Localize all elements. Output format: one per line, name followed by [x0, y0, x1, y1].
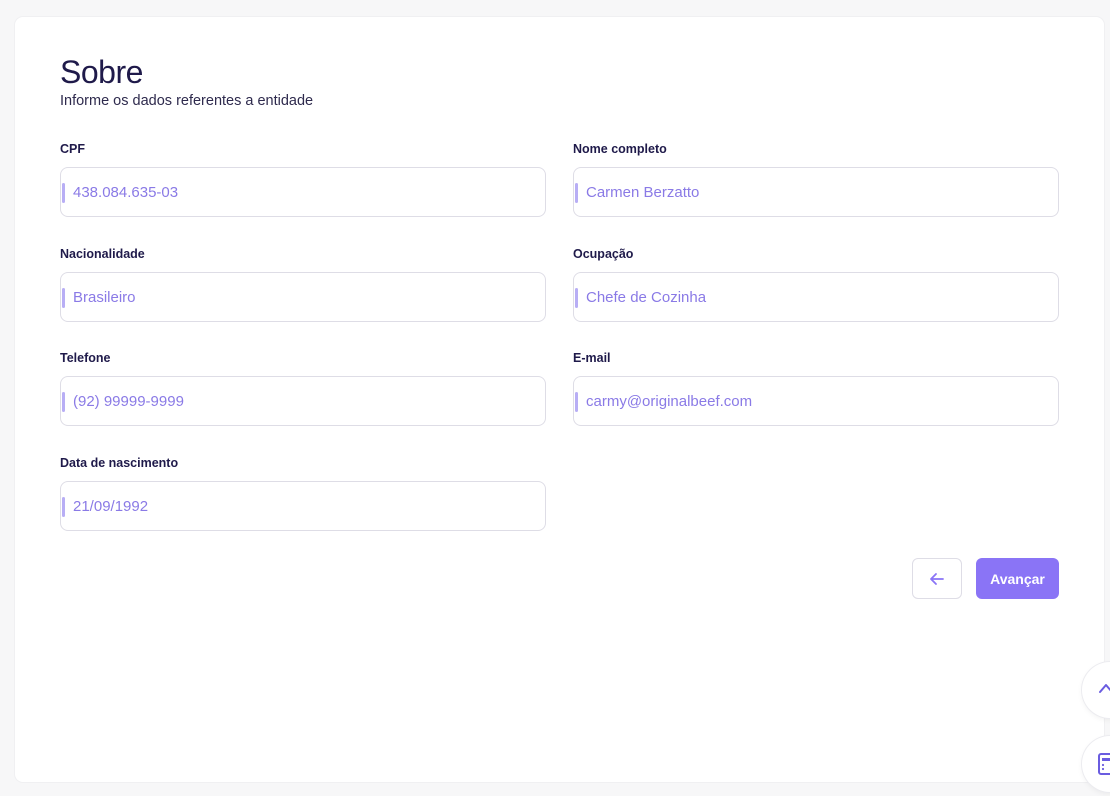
- arrow-left-icon: [930, 572, 944, 585]
- cpf-value: 438.084.635-03: [73, 184, 179, 201]
- nationality-label: Nacionalidade: [60, 247, 145, 261]
- chevron-up-icon: [1099, 684, 1110, 693]
- text-caret: [575, 288, 578, 308]
- occupation-input[interactable]: Chefe de Cozinha: [573, 272, 1059, 322]
- occupation-label: Ocupação: [573, 247, 634, 261]
- birthdate-label: Data de nascimento: [60, 456, 179, 470]
- text-caret: [62, 183, 65, 203]
- text-caret: [575, 183, 578, 203]
- text-caret: [62, 392, 65, 412]
- name-value: Carmen Berzatto: [586, 184, 700, 201]
- birthdate-input[interactable]: 21/09/1992: [60, 481, 546, 531]
- cpf-label: CPF: [60, 142, 85, 156]
- back-button[interactable]: [912, 558, 962, 599]
- phone-value: (92) 99999-9999: [73, 393, 184, 410]
- phone-input[interactable]: (92) 99999-9999: [60, 376, 546, 426]
- email-label: E-mail: [573, 351, 611, 365]
- page-title: Sobre: [60, 54, 143, 90]
- page-subtitle: Informe os dados referentes a entidade: [60, 93, 314, 109]
- email-input[interactable]: carmy@originalbeef.com: [573, 376, 1059, 426]
- nationality-value: Brasileiro: [73, 289, 136, 306]
- email-value: carmy@originalbeef.com: [586, 393, 753, 410]
- occupation-value: Chefe de Cozinha: [586, 289, 707, 306]
- phone-label: Telefone: [60, 351, 111, 365]
- form-card: Sobre Informe os dados referentes a enti…: [15, 17, 1104, 782]
- text-caret: [62, 288, 65, 308]
- birthdate-value: 21/09/1992: [73, 498, 149, 515]
- text-caret: [575, 392, 578, 412]
- cpf-input[interactable]: 438.084.635-03: [60, 167, 546, 217]
- next-button[interactable]: Avançar: [976, 558, 1059, 599]
- name-input[interactable]: Carmen Berzatto: [573, 167, 1059, 217]
- calculator-icon: [1098, 753, 1110, 775]
- name-label: Nome completo: [573, 142, 667, 156]
- text-caret: [62, 497, 65, 517]
- nationality-input[interactable]: Brasileiro: [60, 272, 546, 322]
